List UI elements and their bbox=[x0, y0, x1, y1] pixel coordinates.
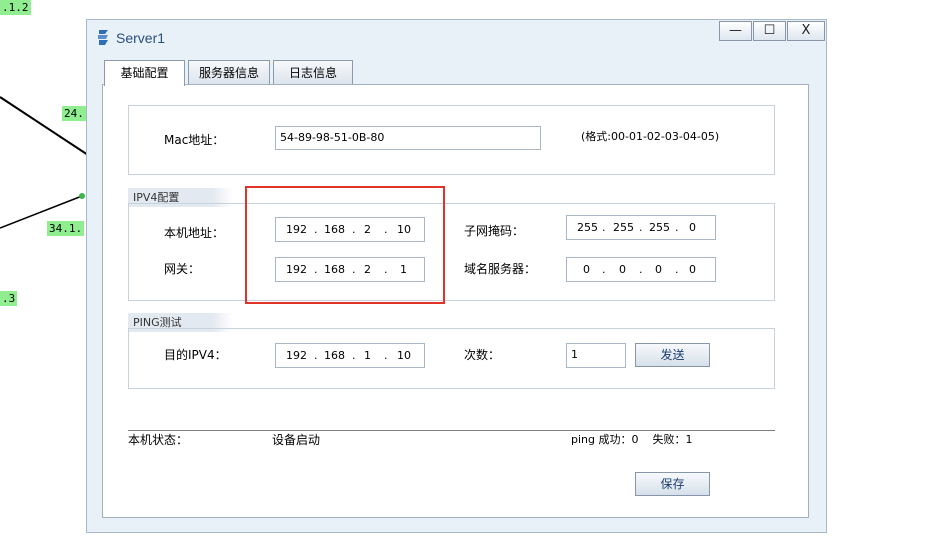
window-titlebar[interactable]: Server1 — ☐ X bbox=[87, 20, 826, 50]
minimize-button[interactable]: — bbox=[719, 21, 752, 41]
mac-group: Mac地址： 54-89-98-51-0B-80 (格式:00-01-02-03… bbox=[128, 105, 775, 175]
ping-dest-label: 目的IPV4： bbox=[164, 348, 227, 362]
server-config-window: Server1 — ☐ X 服务器信息 日志信息 Mac地址： 54-89-98… bbox=[86, 19, 827, 533]
subnet-mask-label: 子网掩码： bbox=[464, 224, 525, 238]
ping-count-field[interactable]: 1 bbox=[566, 343, 626, 368]
ipv4-group: 本机地址： 192. 168. 2. 10 网关： 192. 168. 2. 1… bbox=[128, 203, 775, 301]
window-title: Server1 bbox=[116, 30, 166, 46]
tab-basic-config[interactable]: 基础配置 bbox=[104, 60, 185, 86]
tab-log-info[interactable]: 日志信息 bbox=[273, 60, 353, 85]
save-button[interactable]: 保存 bbox=[635, 472, 710, 496]
topology-ip-label: .1.2 bbox=[0, 0, 31, 15]
topology-ip-label: 34.1. bbox=[47, 221, 85, 236]
host-status-value: 设备启动 bbox=[272, 433, 321, 447]
mac-format-hint: (格式:00-01-02-03-04-05) bbox=[581, 130, 720, 143]
ping-count-label: 次数： bbox=[464, 348, 501, 362]
ping-group: 目的IPV4： 192. 168. 1. 10 次数： 1 发送 bbox=[128, 328, 775, 389]
dns-server-label: 域名服务器： bbox=[464, 262, 537, 276]
tab-server-info[interactable]: 服务器信息 bbox=[188, 60, 270, 85]
mac-label: Mac地址： bbox=[164, 133, 225, 147]
server-icon bbox=[98, 30, 108, 45]
ping-result-summary: ping 成功：0 失败：1 bbox=[571, 433, 693, 446]
annotation-highlight-box bbox=[245, 186, 445, 304]
send-ping-button[interactable]: 发送 bbox=[635, 343, 710, 367]
maximize-button[interactable]: ☐ bbox=[753, 21, 786, 41]
gateway-label: 网关： bbox=[164, 262, 201, 276]
link-port-dot bbox=[79, 193, 85, 199]
local-ip-label: 本机地址： bbox=[164, 226, 225, 240]
close-button[interactable]: X bbox=[787, 21, 825, 41]
basic-config-panel: Mac地址： 54-89-98-51-0B-80 (格式:00-01-02-03… bbox=[102, 84, 809, 518]
topology-ip-label: 24. bbox=[62, 106, 86, 121]
host-status-label: 本机状态： bbox=[128, 433, 189, 447]
ping-dest-field[interactable]: 192. 168. 1. 10 bbox=[275, 343, 425, 368]
topology-ip-label: .3 bbox=[0, 291, 18, 306]
dns-server-field[interactable]: 0. 0. 0. 0 bbox=[566, 257, 716, 282]
subnet-mask-field[interactable]: 255. 255. 255. 0 bbox=[566, 215, 716, 240]
status-divider bbox=[128, 430, 775, 431]
mac-address-field[interactable]: 54-89-98-51-0B-80 bbox=[275, 126, 541, 150]
